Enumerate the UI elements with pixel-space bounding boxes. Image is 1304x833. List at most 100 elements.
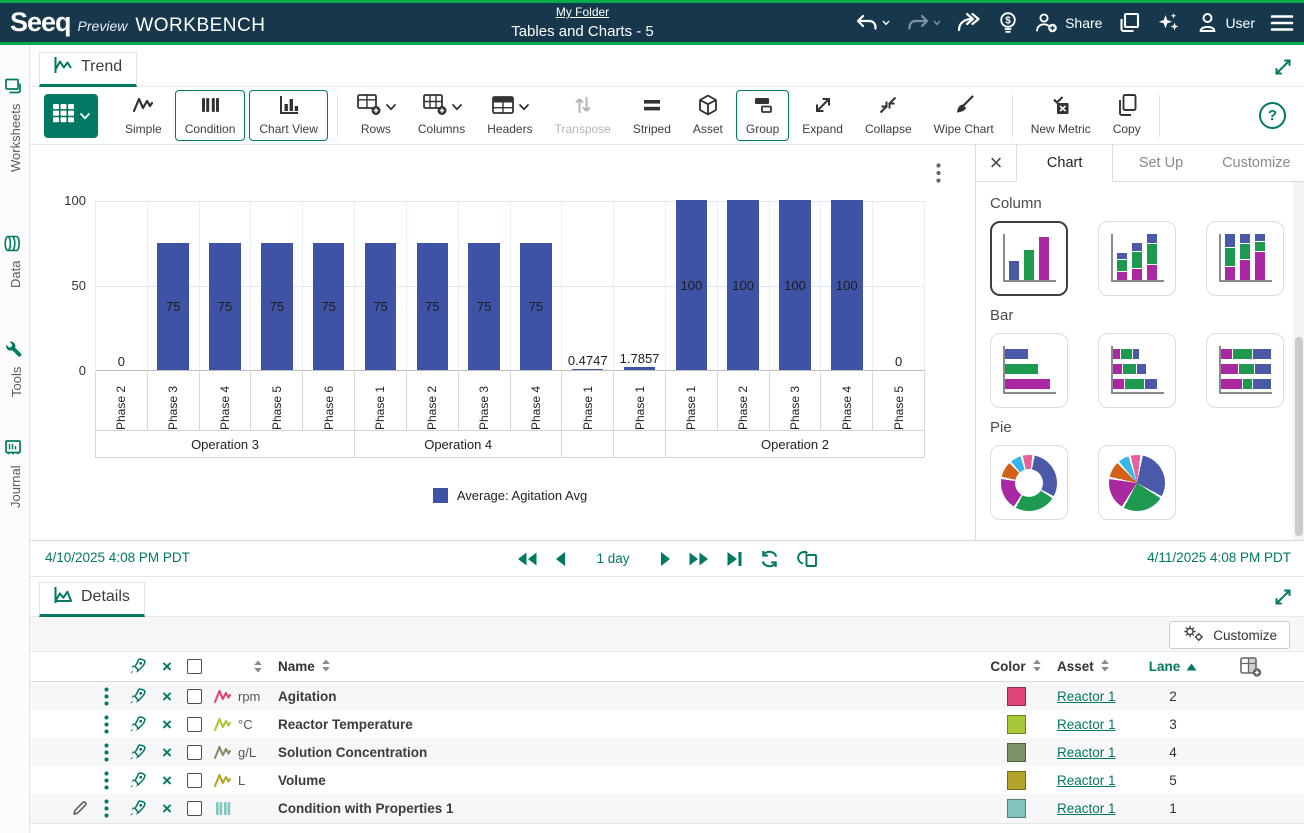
step-back-icon[interactable]	[554, 551, 566, 567]
row-asset-link[interactable]: Reactor 1	[1047, 745, 1116, 760]
simple-button[interactable]: Simple	[116, 91, 171, 140]
column-header-lane[interactable]: Lane	[1149, 659, 1181, 674]
range-end[interactable]: 4/11/2025 4:08 PM PDT	[1147, 550, 1291, 565]
row-color-swatch[interactable]	[1007, 771, 1026, 790]
step-forward-icon[interactable]	[660, 551, 672, 567]
pie-solid-thumb[interactable]	[1098, 445, 1176, 520]
sort-name-icon[interactable]	[321, 659, 331, 675]
row-rocket-icon[interactable]	[128, 799, 147, 818]
columns-button[interactable]: Columns	[409, 91, 474, 140]
row-asset-link[interactable]: Reactor 1	[1047, 801, 1116, 816]
ai-sparkles-icon[interactable]	[1156, 11, 1181, 35]
condition-button[interactable]: Condition	[175, 90, 246, 141]
step-forward-double-icon[interactable]	[689, 551, 710, 567]
bar-stacked-100-thumb[interactable]	[1206, 333, 1284, 408]
row-remove-icon[interactable]: ×	[162, 744, 172, 761]
add-column-icon[interactable]	[1239, 656, 1263, 677]
bar[interactable]	[624, 367, 656, 370]
headers-button[interactable]: Headers	[478, 91, 541, 140]
expand-details-panel-icon[interactable]	[1273, 587, 1293, 612]
bar-simple-thumb[interactable]	[990, 333, 1068, 408]
copy-button[interactable]: Copy	[1104, 91, 1150, 140]
panel-tab-set-up[interactable]: Set Up	[1113, 145, 1208, 181]
header-sort-unit[interactable]	[253, 660, 263, 673]
sidebar-item-journal[interactable]: Journal	[4, 438, 27, 508]
collapse-button[interactable]: Collapse	[856, 91, 921, 140]
column-header-asset[interactable]: Asset	[1057, 659, 1094, 674]
breadcrumb[interactable]: My Folder	[556, 5, 609, 19]
row-color-swatch[interactable]	[1007, 743, 1026, 762]
rows-button[interactable]: Rows	[347, 91, 405, 140]
table-type-button[interactable]	[44, 94, 98, 138]
step-back-double-icon[interactable]	[516, 551, 537, 567]
column-simple-thumb[interactable]	[990, 221, 1068, 296]
row-remove-icon[interactable]: ×	[162, 716, 172, 733]
column-stacked-100-thumb[interactable]	[1206, 221, 1284, 296]
row-kebab-icon[interactable]	[104, 771, 109, 790]
wipe-chart-button[interactable]: Wipe Chart	[925, 91, 1003, 140]
expand-trend-panel-icon[interactable]	[1273, 57, 1293, 82]
panel-tab-chart[interactable]: Chart	[1016, 145, 1113, 182]
row-kebab-icon[interactable]	[104, 687, 109, 706]
sidebar-item-data[interactable]: Data	[4, 234, 27, 288]
panel-tab-customize[interactable]: Customize	[1209, 145, 1304, 181]
chart-view-button[interactable]: Chart View	[249, 90, 327, 141]
striped-button[interactable]: Striped	[624, 91, 680, 140]
column-header-color[interactable]: Color	[990, 659, 1025, 674]
tab-details[interactable]: Details	[39, 582, 145, 617]
row-checkbox[interactable]	[187, 801, 202, 816]
step-to-end-icon[interactable]	[727, 551, 743, 567]
hamburger-menu-icon[interactable]	[1270, 13, 1294, 33]
column-stacked-thumb[interactable]	[1098, 221, 1176, 296]
asset-button[interactable]: Asset	[684, 91, 732, 140]
row-rocket-icon[interactable]	[128, 743, 147, 762]
transpose-button[interactable]: Transpose	[546, 91, 620, 140]
sidebar-item-worksheets[interactable]: Worksheets	[4, 77, 27, 172]
edit-pencil-icon[interactable]	[72, 799, 89, 819]
customize-button[interactable]: Customize	[1169, 621, 1290, 649]
redo-button[interactable]	[905, 12, 941, 34]
bar-stacked-thumb[interactable]	[1098, 333, 1176, 408]
range-start[interactable]: 4/10/2025 4:08 PM PDT	[45, 550, 190, 565]
insights-lightbulb-icon[interactable]: $	[997, 11, 1019, 34]
row-remove-icon[interactable]: ×	[162, 800, 172, 817]
row-checkbox[interactable]	[187, 773, 202, 788]
row-kebab-icon[interactable]	[104, 743, 109, 762]
panel-scrollbar[interactable]	[1293, 182, 1304, 540]
sort-color-icon[interactable]	[1032, 659, 1042, 675]
panel-scrollbar-thumb[interactable]	[1295, 337, 1303, 536]
bar[interactable]	[572, 369, 604, 370]
worksheets-thumbnails-button[interactable]	[1117, 11, 1141, 34]
sort-lane-asc-icon[interactable]	[1186, 659, 1197, 674]
header-remove-icon[interactable]: ×	[162, 658, 172, 675]
pie-donut-thumb[interactable]	[990, 445, 1068, 520]
row-checkbox[interactable]	[187, 745, 202, 760]
row-asset-link[interactable]: Reactor 1	[1047, 689, 1116, 704]
row-color-swatch[interactable]	[1007, 687, 1026, 706]
row-rocket-icon[interactable]	[128, 715, 147, 734]
help-button[interactable]: ?	[1259, 102, 1286, 129]
row-remove-icon[interactable]: ×	[162, 688, 172, 705]
expand-button[interactable]: Expand	[793, 91, 852, 140]
row-checkbox[interactable]	[187, 689, 202, 704]
column-header-name[interactable]: Name	[278, 659, 315, 674]
row-remove-icon[interactable]: ×	[162, 772, 172, 789]
redo-all-button[interactable]	[956, 12, 982, 34]
row-kebab-icon[interactable]	[104, 799, 109, 818]
row-rocket-icon[interactable]	[128, 771, 147, 790]
user-menu-button[interactable]: User	[1196, 11, 1255, 34]
sort-asset-icon[interactable]	[1100, 659, 1110, 675]
tab-trend[interactable]: Trend	[39, 52, 137, 87]
row-checkbox[interactable]	[187, 717, 202, 732]
header-rocket-icon[interactable]	[128, 657, 147, 676]
close-panel-icon[interactable]: ×	[976, 145, 1016, 181]
sidebar-item-tools[interactable]: Tools	[4, 340, 28, 397]
row-rocket-icon[interactable]	[128, 687, 147, 706]
new-metric-button[interactable]: New Metric	[1022, 91, 1100, 140]
row-asset-link[interactable]: Reactor 1	[1047, 717, 1116, 732]
row-kebab-icon[interactable]	[104, 715, 109, 734]
row-color-swatch[interactable]	[1007, 799, 1026, 818]
share-button[interactable]: Share	[1034, 11, 1102, 34]
range-duration[interactable]: 1 day	[583, 551, 642, 566]
row-asset-link[interactable]: Reactor 1	[1047, 773, 1116, 788]
